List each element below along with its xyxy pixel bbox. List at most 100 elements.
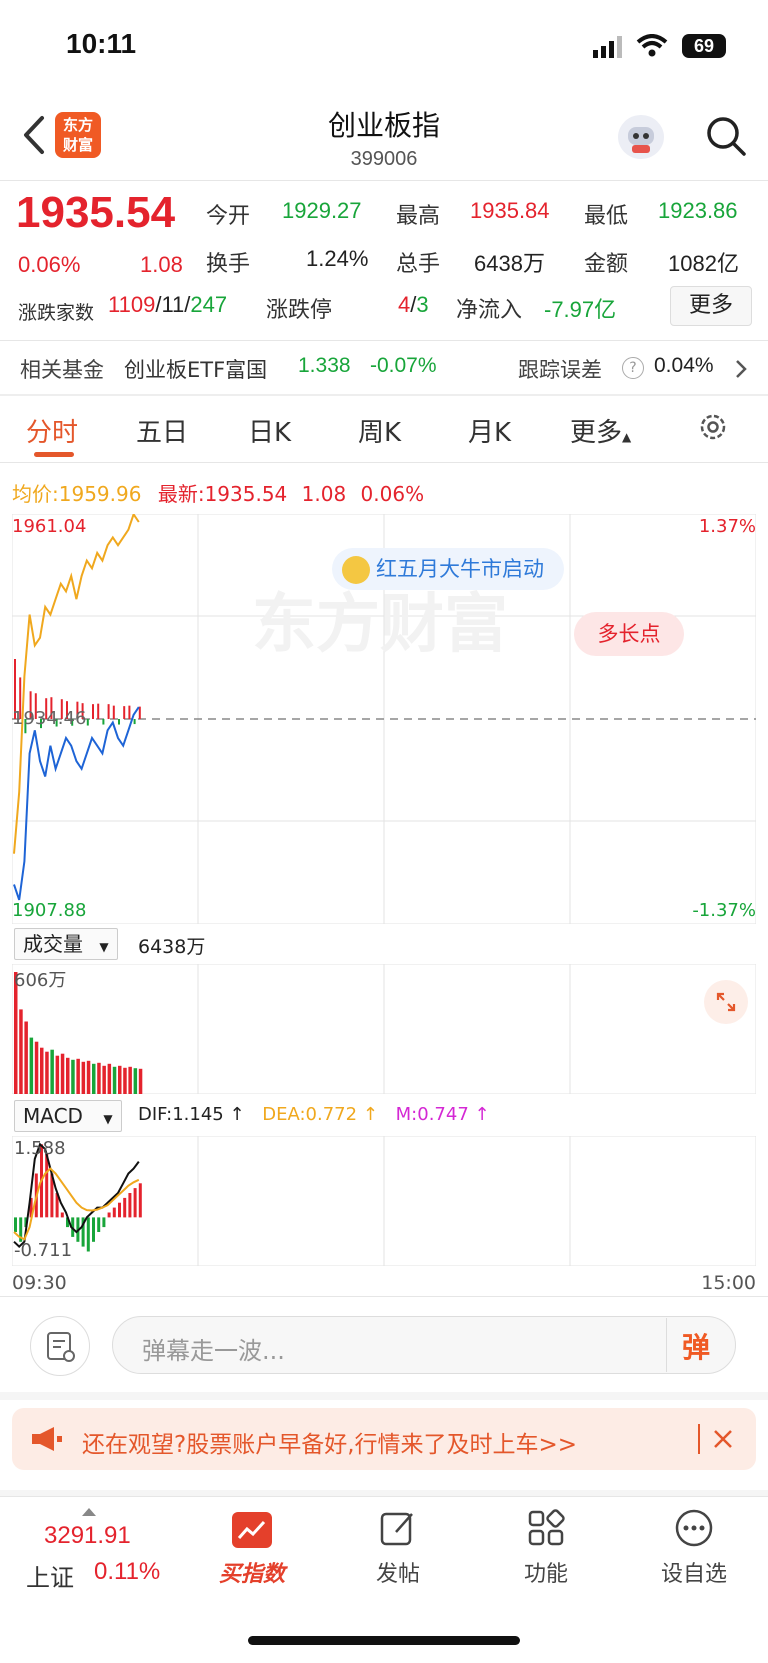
macd-max: 1.588	[14, 1138, 66, 1159]
macd-bar	[97, 1217, 101, 1232]
turnover-label: 换手	[206, 252, 251, 277]
status-time: 10:11	[66, 28, 137, 59]
tab-more[interactable]: 更多▲	[570, 412, 631, 449]
tab-intraday[interactable]: 分时	[26, 412, 78, 449]
volume-bar	[92, 1063, 96, 1094]
divider	[0, 394, 768, 396]
volume-bar	[112, 1066, 117, 1094]
fund-label: 相关基金	[20, 358, 104, 382]
tick-bar	[97, 703, 100, 719]
tick-bar	[86, 719, 89, 726]
chart-legend: 均价:1959.96 最新:1935.54 1.08 0.06%	[12, 478, 424, 507]
robot-avatar-icon[interactable]	[618, 115, 664, 159]
volume-bar	[118, 1065, 122, 1094]
last-change: 1.08	[301, 482, 347, 506]
divider	[0, 180, 768, 181]
volume-bar	[97, 1062, 101, 1094]
avg-value: 1959.96	[58, 482, 142, 506]
divider	[666, 1318, 667, 1372]
avg-label: 均价:	[12, 482, 59, 506]
sh-index-price[interactable]: 3291.91	[44, 1522, 131, 1550]
nav-post[interactable]: 发帖	[338, 1556, 458, 1588]
volume-bar	[55, 1055, 60, 1094]
volume-bar	[107, 1063, 112, 1094]
buy-index-icon[interactable]	[232, 1512, 272, 1548]
breadth-label: 涨跌家数	[18, 302, 95, 324]
macd-bar	[102, 1217, 106, 1228]
tick-bar	[133, 719, 136, 725]
volume-bar	[29, 1037, 34, 1094]
macd-chart	[12, 1136, 756, 1266]
open-label: 今开	[206, 204, 251, 229]
help-icon[interactable]: ?	[622, 357, 644, 379]
dif-value: DIF:1.145 ↑	[138, 1104, 245, 1125]
fund-price: 1.338	[298, 354, 351, 377]
breadth-up: 1109	[108, 292, 156, 317]
divider	[0, 1496, 768, 1497]
time-start: 09:30	[12, 1272, 67, 1294]
promo-banner-text: 还在观望?股票账户早备好,行情来了及时上车>>	[82, 1432, 578, 1458]
expand-icon[interactable]	[704, 980, 748, 1024]
macd-bar	[133, 1188, 137, 1218]
macd-selector[interactable]: MACD ▼	[14, 1100, 122, 1132]
more-button[interactable]: 更多	[670, 286, 752, 326]
rabbit-icon	[342, 556, 370, 584]
tick-bar	[107, 704, 110, 719]
macd-min: -0.711	[14, 1240, 73, 1261]
last-value: 1935.54	[204, 482, 288, 506]
tab-five-day[interactable]: 五日	[136, 412, 188, 449]
volume-bar	[40, 1047, 44, 1094]
y-axis-mid: 1934.46	[12, 708, 87, 729]
macd-bar	[118, 1202, 121, 1218]
battery-indicator: 69	[682, 34, 726, 58]
volume-bar	[123, 1067, 127, 1094]
compose-icon[interactable]	[378, 1508, 418, 1548]
tab-monthly-k[interactable]: 月K	[468, 412, 511, 449]
danmu-toggle-icon[interactable]: 弹	[682, 1326, 710, 1366]
macd-legend: DIF:1.145 ↑ DEA:0.772 ↑ M:0.747 ↑	[138, 1104, 490, 1125]
volume-value: 6438万	[138, 936, 206, 958]
macd-bar	[45, 1154, 49, 1218]
macd-bar	[123, 1197, 127, 1218]
grid-apps-icon[interactable]	[526, 1508, 566, 1548]
signal-icon	[593, 36, 622, 58]
breadth-down: 247	[190, 292, 228, 317]
macd-bar	[14, 1217, 17, 1232]
more-dots-icon[interactable]	[674, 1508, 714, 1548]
tab-weekly-k[interactable]: 周K	[358, 412, 401, 449]
dea-value: DEA:0.772 ↑	[262, 1104, 378, 1125]
notes-icon[interactable]	[30, 1316, 90, 1376]
turnover-value: 1.24%	[306, 246, 369, 271]
tick-bar	[102, 719, 105, 725]
limit-up: 4	[398, 292, 411, 317]
limit-label: 涨跌停	[266, 298, 333, 323]
gear-icon[interactable]	[696, 410, 730, 444]
tracking-error-label: 跟踪误差	[518, 358, 602, 382]
promo-bubble[interactable]: 红五月大牛市启动	[332, 548, 564, 590]
nav-add-watchlist[interactable]: 设自选	[634, 1556, 754, 1588]
current-price: 1935.54	[16, 188, 176, 237]
nav-buy-index[interactable]: 买指数	[192, 1556, 312, 1588]
volume-bar	[66, 1057, 70, 1094]
pct-axis-top: 1.37%	[698, 516, 756, 537]
search-icon[interactable]	[704, 114, 748, 158]
section-gap	[0, 1392, 768, 1400]
macd-bar	[92, 1217, 95, 1242]
breadth-values: 1109/11/247	[108, 292, 228, 317]
chevron-right-icon[interactable]	[734, 358, 748, 380]
nav-functions[interactable]: 功能	[486, 1556, 606, 1588]
divider	[698, 1424, 700, 1454]
time-end: 15:00	[701, 1272, 756, 1294]
megaphone-icon	[32, 1427, 62, 1451]
limit-down: 3	[416, 292, 429, 317]
fund-name[interactable]: 创业板ETF富国	[124, 354, 267, 384]
tab-daily-k[interactable]: 日K	[248, 412, 291, 449]
macd-bar	[86, 1217, 90, 1252]
long-short-point-button[interactable]: 多长点	[574, 612, 684, 656]
tick-bar	[112, 705, 115, 719]
macd-bar	[138, 1183, 142, 1218]
close-icon[interactable]	[712, 1428, 734, 1450]
volume-selector[interactable]: 成交量 ▼	[14, 928, 118, 960]
dif-line	[13, 1142, 140, 1248]
netflow-label: 净流入	[456, 298, 523, 323]
